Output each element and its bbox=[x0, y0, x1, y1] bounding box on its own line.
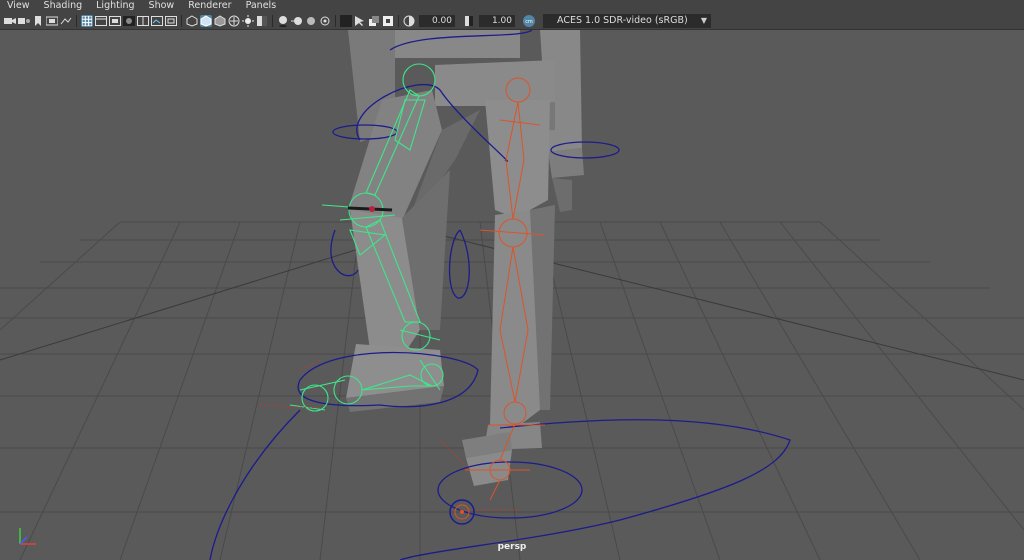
maya-viewport-panel: View Shading Lighting Show Renderer Pane… bbox=[0, 0, 1024, 560]
motion-blur-icon[interactable] bbox=[291, 15, 303, 27]
bounding-box-icon[interactable] bbox=[214, 14, 226, 27]
exposure-icon[interactable] bbox=[403, 15, 415, 27]
field-chart-icon[interactable] bbox=[137, 15, 149, 27]
menu-show[interactable]: Show bbox=[142, 0, 182, 12]
menu-renderer[interactable]: Renderer bbox=[181, 0, 238, 12]
camera-attributes-icon[interactable] bbox=[18, 15, 30, 27]
color-management-icon[interactable]: cm bbox=[523, 14, 535, 27]
panel-menubar: View Shading Lighting Show Renderer Pane… bbox=[0, 0, 1024, 12]
robot-right-leg bbox=[462, 100, 555, 486]
chevron-down-icon: ▼ bbox=[700, 15, 707, 25]
smooth-shade-icon[interactable] bbox=[200, 14, 212, 27]
camera-icon[interactable] bbox=[4, 15, 16, 27]
film-icon[interactable] bbox=[46, 15, 58, 27]
image-plane-icon[interactable] bbox=[60, 15, 72, 27]
anti-alias-icon[interactable] bbox=[305, 15, 317, 27]
svg-text:cm: cm bbox=[525, 19, 533, 25]
wireframe-icon[interactable] bbox=[186, 14, 198, 27]
safe-title-icon[interactable] bbox=[165, 15, 177, 27]
lights-icon[interactable] bbox=[242, 14, 254, 27]
xray-icon[interactable] bbox=[354, 15, 366, 27]
gate-mask-icon[interactable] bbox=[123, 15, 135, 27]
menu-panels[interactable]: Panels bbox=[239, 0, 284, 12]
xray-active-icon[interactable] bbox=[368, 15, 380, 27]
depth-of-field-icon[interactable] bbox=[319, 15, 331, 27]
gamma-field[interactable]: 1.00 bbox=[479, 14, 515, 27]
menu-view[interactable]: View bbox=[0, 0, 37, 12]
resolution-gate-icon[interactable] bbox=[109, 15, 121, 27]
color-space-dropdown[interactable]: ACES 1.0 SDR-video (sRGB) ▼ bbox=[543, 13, 711, 28]
viewport-scene bbox=[0, 30, 1024, 560]
gamma-icon[interactable] bbox=[463, 15, 475, 27]
safe-action-icon[interactable] bbox=[151, 15, 163, 27]
camera-name-label: persp bbox=[497, 542, 527, 552]
xray-joints-icon[interactable] bbox=[382, 15, 394, 27]
toolbar-separator bbox=[76, 14, 77, 27]
toolbar-separator bbox=[335, 14, 336, 27]
grid-icon[interactable] bbox=[81, 14, 93, 27]
menu-lighting[interactable]: Lighting bbox=[89, 0, 141, 12]
textured-icon[interactable] bbox=[228, 15, 240, 27]
toolbar-separator bbox=[272, 14, 273, 27]
color-space-value: ACES 1.0 SDR-video (sRGB) bbox=[557, 14, 688, 26]
toolbar-separator bbox=[181, 14, 182, 27]
3d-viewport[interactable] bbox=[0, 30, 1024, 560]
menu-shading[interactable]: Shading bbox=[37, 0, 90, 12]
bookmark-icon[interactable] bbox=[32, 15, 44, 27]
screen-space-ao-icon[interactable] bbox=[277, 15, 289, 27]
film-gate-icon[interactable] bbox=[95, 15, 107, 27]
isolate-select-icon[interactable] bbox=[340, 14, 352, 27]
panel-toolbar: 0.00 1.00 cm ACES 1.0 SDR-video (sRGB) ▼ bbox=[0, 12, 1024, 30]
shadows-icon[interactable] bbox=[256, 15, 268, 27]
knee-pivot bbox=[369, 206, 375, 212]
exposure-field[interactable]: 0.00 bbox=[419, 14, 455, 27]
toolbar-separator bbox=[398, 14, 399, 27]
